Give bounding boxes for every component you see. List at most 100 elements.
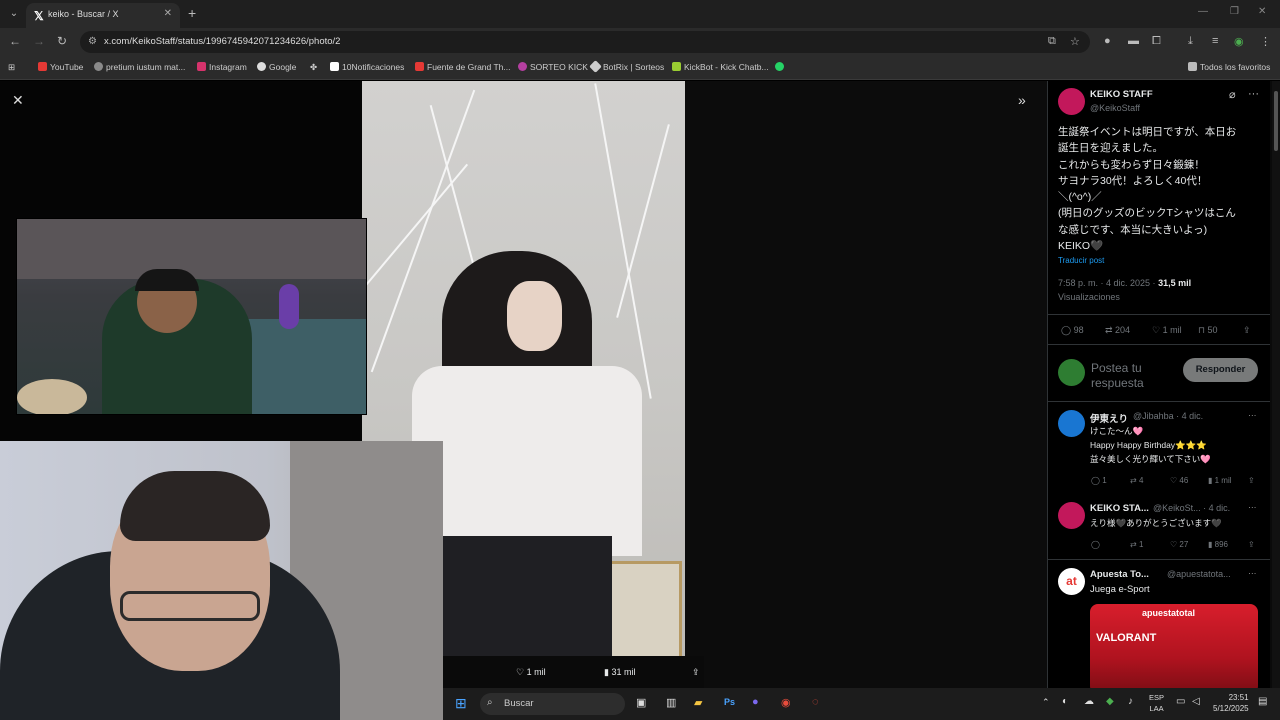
more-options-icon[interactable]: ··· [1248, 88, 1259, 100]
forward-icon[interactable]: → [33, 34, 45, 48]
reply-avatar[interactable] [1058, 502, 1085, 529]
bookmark-item[interactable]: YouTube [38, 62, 83, 72]
tray-overflow-icon[interactable]: ⌃ [1042, 697, 1050, 708]
tab-close-icon[interactable]: ✕ [164, 8, 172, 19]
system-clock[interactable]: 23:51 5/12/2025 [1213, 692, 1249, 714]
bookmark-item[interactable]: Google [257, 62, 296, 72]
translate-link[interactable]: Traducir post [1058, 256, 1104, 265]
tab-search-icon[interactable]: ⌄ [6, 6, 22, 22]
bookmark-item[interactable]: KickBot - Kick Chatb... [672, 62, 769, 72]
extension-icon[interactable]: ● [1104, 35, 1111, 47]
bookmark-item[interactable]: 10Notificaciones [330, 62, 404, 72]
author-name[interactable]: KEIKO STAFF [1090, 89, 1153, 100]
ad-author-handle[interactable]: @apuestatota... [1167, 569, 1231, 579]
whatsapp-icon[interactable] [775, 62, 787, 72]
reply-author-handle[interactable]: @Jibahba · 4 dic. [1133, 411, 1203, 421]
reply-action[interactable]: ◯ [1091, 540, 1100, 549]
bookmark-item[interactable]: BotRix | Sorteos [589, 60, 664, 73]
bookmark-item[interactable]: SORTEO KICK [518, 62, 588, 72]
photo-like-button[interactable]: ♡ 1 mil [516, 667, 546, 678]
author-avatar[interactable] [1058, 88, 1085, 115]
volume-icon[interactable]: ◁ [1192, 696, 1200, 707]
reply-action[interactable]: ◯ 1 [1091, 476, 1107, 485]
ad-avatar[interactable]: at [1058, 568, 1085, 595]
minimize-icon[interactable]: — [1198, 6, 1208, 17]
task-view-icon[interactable]: ▣ [636, 696, 646, 709]
site-info-icon[interactable]: ⚙ [88, 36, 97, 47]
like-action[interactable]: ♡ 1 mil [1152, 325, 1182, 336]
cloud-icon[interactable]: ☁ [1084, 696, 1094, 707]
ad-image[interactable]: apuestatotal VALORANT [1090, 604, 1258, 694]
reply-author-name[interactable]: KEIKO STA... [1090, 503, 1149, 514]
reply-author-name[interactable]: 伊東えり [1090, 411, 1128, 425]
bookmark-item[interactable]: Instagram [197, 62, 247, 72]
folder-icon [1188, 62, 1197, 71]
ad-author-name[interactable]: Apuesta To... [1090, 569, 1149, 580]
media-icon[interactable]: ≡ [1212, 35, 1218, 47]
more-options-icon[interactable]: ··· [1248, 410, 1257, 420]
photo-views[interactable]: ▮ 31 mil [604, 667, 635, 678]
input-language[interactable]: ESP LAA [1149, 692, 1164, 714]
scrollbar[interactable] [1272, 81, 1280, 688]
url-text[interactable]: x.com/KeikoStaff/status/1996745942071234… [104, 36, 340, 47]
author-handle[interactable]: @KeikoStaff [1090, 103, 1140, 113]
bookmark-star-icon[interactable]: ☆ [1070, 35, 1080, 48]
photo-share-icon[interactable]: ⇪ [692, 667, 700, 678]
apps-grid-icon[interactable]: ⊞ [8, 62, 15, 73]
like-action[interactable]: ♡ 27 [1170, 540, 1188, 549]
taskbar-search[interactable]: ⌕ Buscar [480, 693, 625, 715]
reload-icon[interactable]: ↻ [57, 34, 67, 48]
reply-input[interactable]: Postea tu respuesta [1091, 361, 1181, 391]
reply-author-handle[interactable]: @KeikoSt... · 4 dic. [1153, 503, 1230, 513]
repost-action[interactable]: ⇄ 204 [1105, 325, 1130, 336]
tab-title: keiko - Buscar / X [48, 9, 119, 19]
app-icon[interactable]: ◌ [812, 696, 819, 708]
window-close-icon[interactable]: ✕ [1258, 6, 1266, 17]
share-icon[interactable]: ⇪ [1248, 540, 1255, 549]
repost-action[interactable]: ⇄ 4 [1130, 476, 1143, 485]
profile-avatar-icon[interactable]: ◉ [1234, 35, 1244, 48]
reply-action[interactable]: ◯ 98 [1061, 325, 1084, 336]
bookmark-item[interactable]: Fuente de Grand Th... [415, 62, 510, 72]
bookmark-item[interactable]: pretium iustum mat... [94, 62, 185, 72]
like-action[interactable]: ♡ 46 [1170, 476, 1188, 485]
views-action[interactable]: ▮ 1 mil [1208, 476, 1232, 485]
back-icon[interactable]: ← [9, 34, 21, 48]
restore-icon[interactable]: ❐ [1230, 6, 1239, 17]
microphone-icon[interactable]: ♪ [1128, 696, 1133, 707]
pinwheel-icon[interactable]: ✤ [310, 62, 317, 73]
windows-start-icon[interactable]: ⊞ [455, 695, 467, 712]
notifications-icon[interactable]: ▤ [1258, 696, 1267, 707]
new-tab-icon[interactable]: + [188, 5, 196, 21]
tray-icon[interactable]: ◐ [1062, 696, 1068, 707]
reply-avatar[interactable] [1058, 410, 1085, 437]
tray-icon[interactable]: ◆ [1106, 696, 1114, 707]
menu-icon[interactable]: ⋮ [1260, 35, 1271, 48]
download-icon[interactable]: ⤓ [1188, 35, 1193, 48]
share-icon[interactable]: ⇪ [1248, 476, 1255, 485]
network-icon[interactable]: ▭ [1176, 696, 1185, 707]
extensions-puzzle-icon[interactable]: ⧠ [1152, 35, 1161, 48]
install-icon[interactable]: ⧉ [1048, 35, 1056, 48]
share-icon[interactable]: ⇪ [1243, 325, 1251, 336]
photoshop-icon[interactable]: Ps [724, 697, 735, 707]
address-bar[interactable]: ⚙ x.com/KeikoStaff/status/19967459420712… [80, 31, 1090, 53]
bookmark-action[interactable]: ⊓ 50 [1198, 325, 1218, 336]
glasses-shape [120, 591, 260, 621]
more-options-icon[interactable]: ··· [1248, 568, 1257, 578]
browser-tab[interactable]: 𝕏 keiko - Buscar / X ✕ [26, 3, 180, 28]
file-explorer-icon[interactable]: ▰ [694, 696, 702, 709]
collapse-panel-icon[interactable]: » [1018, 92, 1026, 108]
scrollbar-thumb[interactable] [1274, 91, 1278, 151]
extension-icon[interactable]: ▬ [1128, 35, 1139, 47]
grok-icon[interactable]: ⌀ [1229, 88, 1236, 101]
repost-action[interactable]: ⇄ 1 [1130, 540, 1143, 549]
reply-button[interactable]: Responder [1183, 358, 1258, 382]
more-options-icon[interactable]: ··· [1248, 502, 1257, 512]
chrome-icon[interactable]: ◉ [781, 696, 791, 709]
app-icon[interactable]: ▥ [666, 696, 676, 709]
discord-icon[interactable]: ● [752, 696, 759, 708]
close-lightbox-icon[interactable]: ✕ [12, 92, 24, 109]
all-bookmarks[interactable]: Todos los favoritos [1188, 62, 1270, 72]
views-action[interactable]: ▮ 896 [1208, 540, 1228, 549]
